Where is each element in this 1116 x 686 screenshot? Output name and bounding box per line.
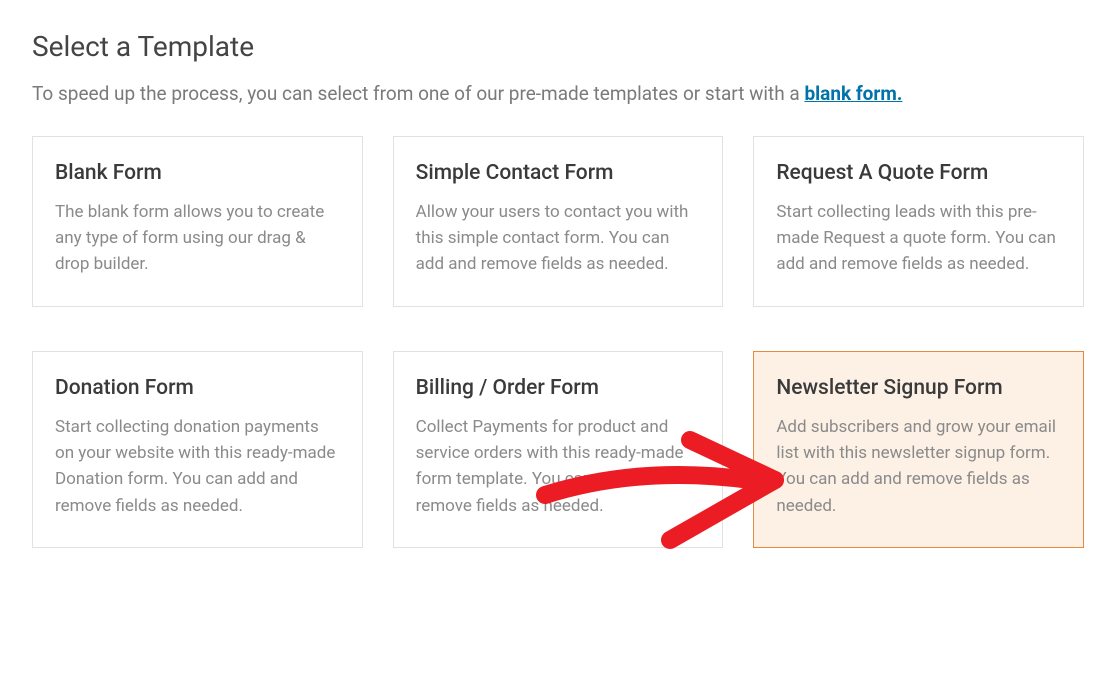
- template-card-simple-contact[interactable]: Simple Contact Form Allow your users to …: [393, 136, 724, 307]
- card-desc: Start collecting leads with this pre-mad…: [776, 199, 1061, 278]
- card-desc: Collect Payments for product and service…: [416, 414, 701, 519]
- template-card-blank-form[interactable]: Blank Form The blank form allows you to …: [32, 136, 363, 307]
- card-title: Request A Quote Form: [776, 161, 1061, 185]
- card-title: Donation Form: [55, 376, 340, 400]
- template-card-newsletter-signup[interactable]: Newsletter Signup Form Add subscribers a…: [753, 351, 1084, 548]
- card-desc: Start collecting donation payments on yo…: [55, 414, 340, 519]
- template-grid: Blank Form The blank form allows you to …: [32, 136, 1084, 548]
- card-desc: Add subscribers and grow your email list…: [776, 414, 1061, 519]
- card-title: Simple Contact Form: [416, 161, 701, 185]
- page-subtitle: To speed up the process, you can select …: [32, 81, 1084, 108]
- card-title: Billing / Order Form: [416, 376, 701, 400]
- page-title: Select a Template: [32, 30, 1084, 63]
- card-desc: The blank form allows you to create any …: [55, 199, 340, 278]
- template-card-billing-order[interactable]: Billing / Order Form Collect Payments fo…: [393, 351, 724, 548]
- card-title: Blank Form: [55, 161, 340, 185]
- card-desc: Allow your users to contact you with thi…: [416, 199, 701, 278]
- template-card-request-quote[interactable]: Request A Quote Form Start collecting le…: [753, 136, 1084, 307]
- card-title: Newsletter Signup Form: [776, 376, 1061, 400]
- subtitle-text: To speed up the process, you can select …: [32, 82, 804, 105]
- blank-form-link[interactable]: blank form.: [804, 82, 902, 105]
- template-card-donation[interactable]: Donation Form Start collecting donation …: [32, 351, 363, 548]
